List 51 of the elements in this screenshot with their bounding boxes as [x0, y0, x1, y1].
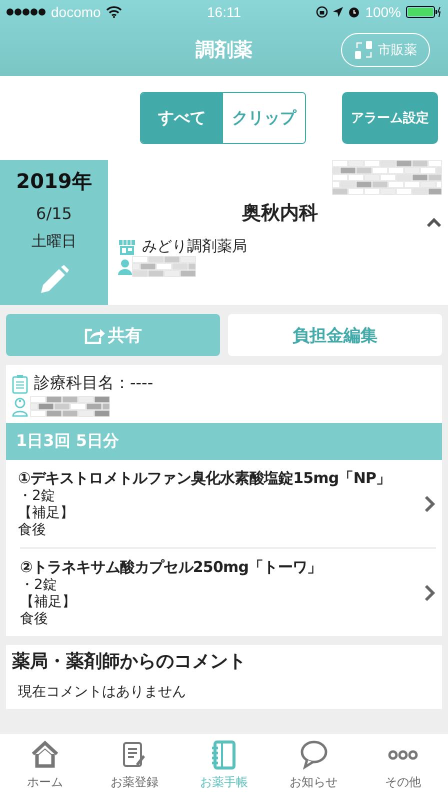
medicine-row[interactable]: ②トラネキサム酸カプセル250mg「トーワ」 ・2錠 【補足】 食後 [20, 547, 436, 636]
carrier-name: docomo [51, 4, 101, 20]
medicine-row[interactable]: ①デキストロメトルファン臭化水素酸塩錠15mg「NP」 ・2錠 【補足】 食後 [12, 460, 436, 547]
screen-title: 調剤薬 [196, 38, 252, 63]
location-icon [333, 7, 344, 17]
record-weekday: 土曜日 [32, 232, 76, 251]
swap-bottles-icon [354, 40, 374, 60]
status-time: 16:11 [207, 4, 241, 20]
dosage-schedule-bar: 1日3回 5日分 [6, 423, 442, 460]
note-label: 【補足】 [20, 594, 77, 611]
chevron-up-icon[interactable] [426, 217, 442, 227]
comment-text: 現在コメントはありません [18, 683, 187, 701]
medicine-name: ①デキストロメトルファン臭化水素酸塩錠15mg「NP」 [18, 468, 392, 488]
department-label: 診療科目名：---- [34, 373, 154, 394]
alarm-settings-button[interactable]: アラーム設定 [342, 92, 438, 144]
medicine-note: 食後 [18, 522, 47, 539]
otc-button[interactable]: 市販薬 [341, 33, 430, 67]
battery-icon [406, 6, 442, 18]
filter-tab[interactable]: すべて [141, 93, 223, 143]
record-year: 2019年 [16, 168, 92, 195]
battery-percent: 100% [365, 4, 401, 20]
share-button[interactable]: 共有 [6, 314, 220, 356]
speech-bubble-icon [298, 740, 329, 770]
clinic-name: 奥秋内科 [242, 201, 318, 226]
chevron-right-icon [424, 494, 436, 512]
chevron-right-icon [424, 584, 436, 602]
alarm-icon [348, 6, 360, 18]
lock-rotation-icon [316, 6, 328, 18]
share-icon [84, 326, 106, 344]
shop-icon [118, 238, 136, 254]
tab-bar-item[interactable]: ホーム [0, 734, 90, 796]
tab-bar-item[interactable]: その他 [358, 734, 448, 796]
signal-icon [6, 8, 46, 16]
medicine-note: 食後 [20, 611, 49, 628]
medicine-amount: ・2錠 [20, 577, 58, 594]
record-date: 6/15 [36, 204, 72, 223]
tab-bar-item[interactable]: お知らせ [268, 734, 358, 796]
clipboard-icon [12, 374, 28, 394]
medicine-amount: ・2錠 [18, 488, 56, 505]
tab-bar-item[interactable]: お薬手帳 [179, 734, 269, 796]
doctor-icon [12, 396, 28, 416]
masked-text-drawing [132, 256, 196, 277]
medicine-name: ②トラネキサム酸カプセル250mg「トーワ」 [20, 557, 323, 577]
tab-bar-item[interactable]: お薬登録 [90, 734, 180, 796]
wifi-icon [106, 6, 122, 18]
comment-title: 薬局・薬剤師からのコメント [12, 650, 247, 673]
note-label: 【補足】 [18, 505, 75, 522]
pharmacy-name: みどり調剤薬局 [142, 237, 247, 256]
home-icon [30, 740, 60, 770]
cost-edit-button[interactable]: 負担金編集 [228, 314, 442, 356]
person-icon [118, 258, 132, 274]
